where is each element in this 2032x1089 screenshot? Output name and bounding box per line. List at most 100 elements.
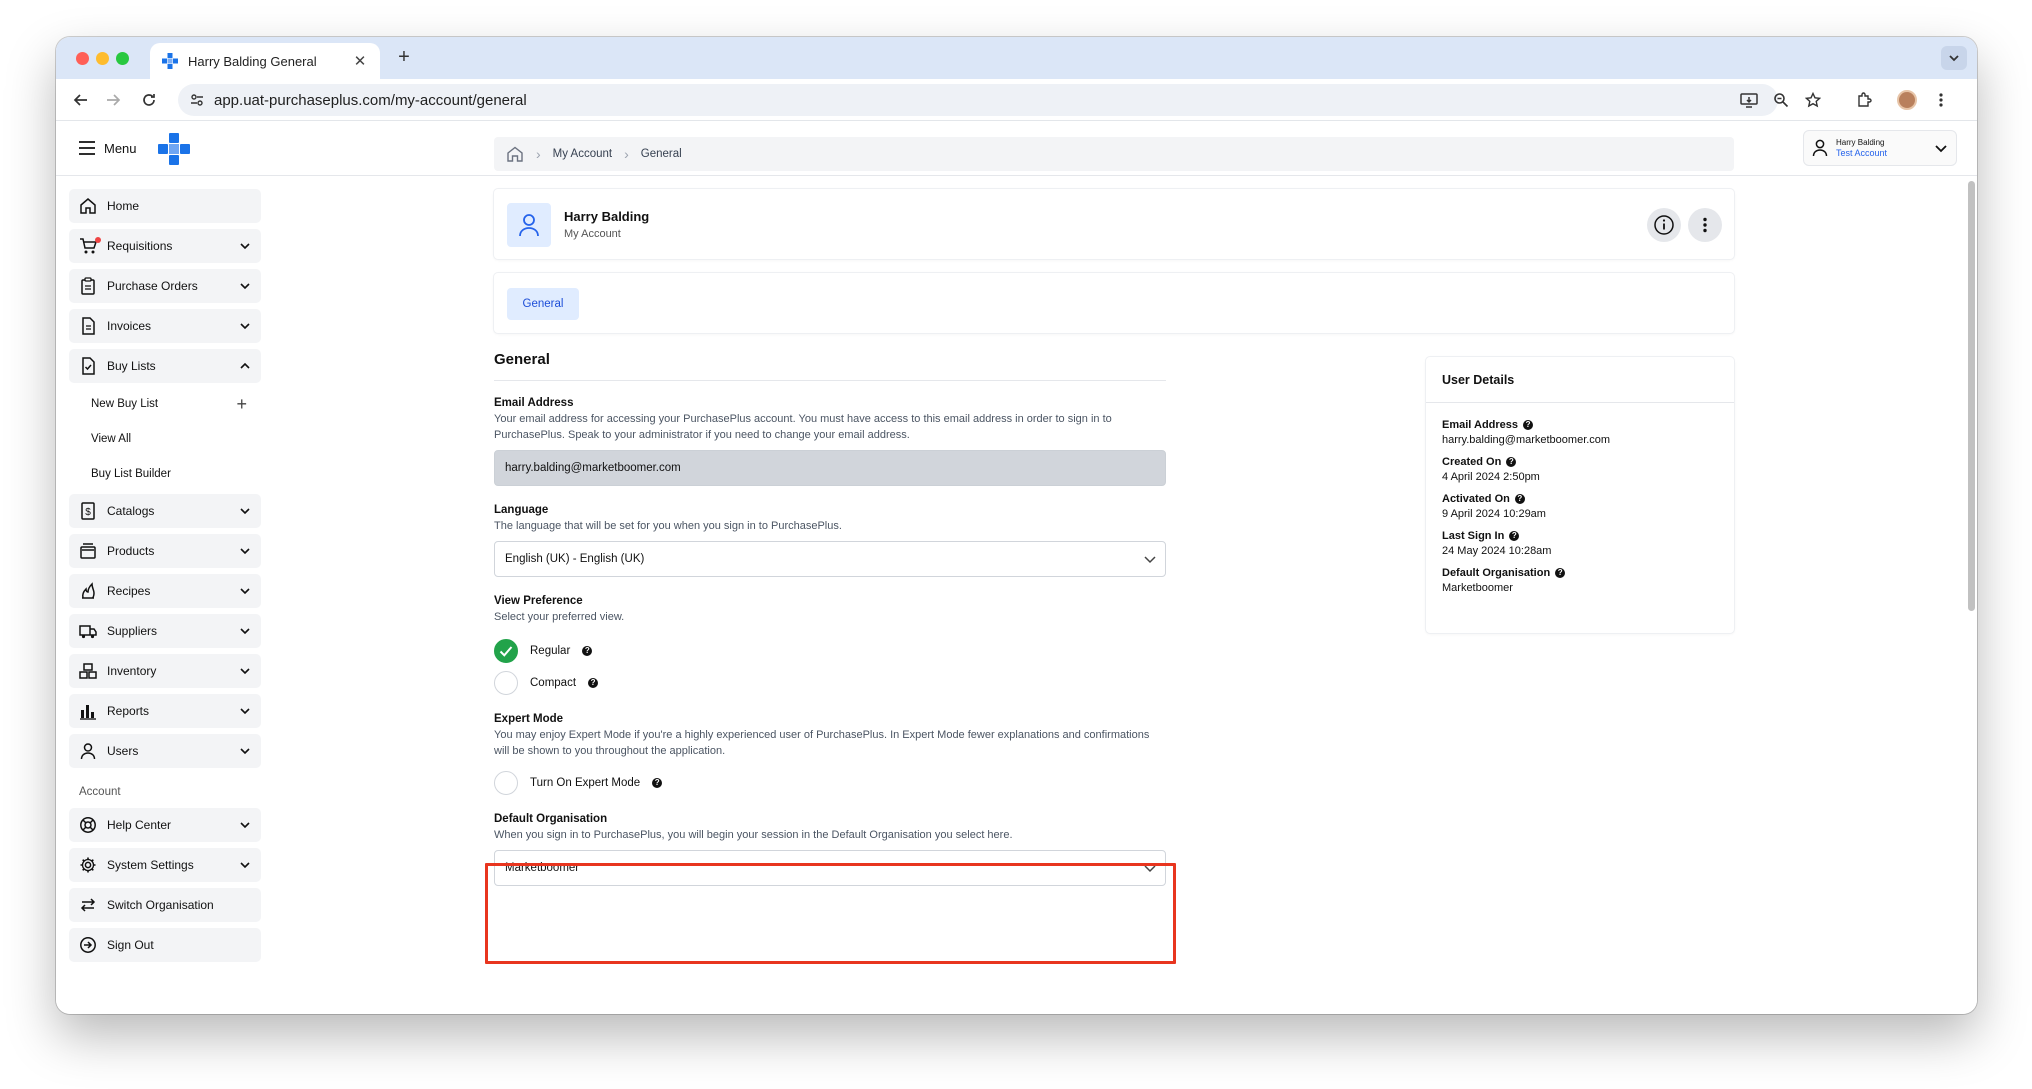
sidebar-item-home[interactable]: Home [69,189,261,223]
expert-mode-toggle-row[interactable]: Turn On Expert Mode ? [494,771,1166,795]
home-icon[interactable] [506,146,524,162]
site-settings-icon[interactable] [190,93,204,107]
radio-regular[interactable] [494,639,518,663]
profile-avatar[interactable] [1896,89,1918,111]
detail-label: Activated On [1442,493,1510,505]
help-icon[interactable]: ? [1514,494,1525,504]
radio-compact[interactable] [494,671,518,695]
help-icon[interactable]: ? [652,778,663,788]
chevron-right-icon: › [624,146,629,162]
sidebar-subitem-label: New Buy List [91,398,159,410]
view-preference-description: Select your preferred view. [494,611,625,623]
language-label: Language [494,504,549,516]
sidebar-item-inventory[interactable]: Inventory [69,654,261,688]
sidebar-item-users[interactable]: Users [69,734,261,768]
chevron-down-icon [240,822,250,829]
reload-icon[interactable] [138,89,160,111]
maximize-window-button[interactable] [116,52,129,65]
user-menu-button[interactable]: Harry Balding Test Account [1803,130,1957,166]
browser-menu-icon[interactable] [1930,89,1952,111]
radio-compact-row[interactable]: Compact ? [494,671,1166,695]
help-icon[interactable]: ? [1555,568,1566,578]
tab-search-button[interactable] [1941,46,1967,70]
sidebar-item-buy-lists[interactable]: Buy Lists [69,349,261,383]
user-details-card: User Details Email Address? harry.baldin… [1426,357,1734,633]
section-title: General [494,351,1166,381]
close-window-button[interactable] [76,52,89,65]
tab-title: Harry Balding General [188,53,317,69]
purchaseplus-logo[interactable] [158,133,190,165]
sidebar-item-sign-out[interactable]: Sign Out [69,928,261,962]
chevron-down-icon [240,668,250,675]
tab-general[interactable]: General [507,288,579,320]
sidebar-item-system-settings[interactable]: System Settings [69,848,261,882]
address-bar[interactable]: app.uat-purchaseplus.com/my-account/gene… [178,84,1778,116]
document-icon [79,317,97,335]
sidebar-item-recipes[interactable]: Recipes [69,574,261,608]
browser-tab[interactable]: Harry Balding General ✕ [150,43,380,79]
expert-mode-option-label: Turn On Expert Mode [530,777,641,789]
page-scrollbar[interactable] [1968,181,1975,611]
sidebar-item-help-center[interactable]: Help Center [69,808,261,842]
sidebar-section-account: Account [79,786,121,798]
sidebar-subitem-buy-list-builder[interactable]: Buy List Builder [69,459,261,489]
zoom-icon[interactable] [1770,89,1792,111]
detail-row: Last Sign In? 24 May 2024 10:28am [1442,530,1718,557]
detail-value: harry.balding@marketboomer.com [1442,434,1611,446]
install-app-icon[interactable] [1738,89,1760,111]
minimize-window-button[interactable] [96,52,109,65]
extensions-icon[interactable] [1853,89,1875,111]
more-options-button[interactable] [1688,208,1722,242]
chevron-down-icon [240,243,250,250]
back-icon[interactable] [70,89,92,111]
expert-mode-description: You may enjoy Expert Mode if you're a hi… [494,729,1150,757]
sidebar: Home Requisitions Purchase Orders Invoic… [69,189,261,968]
sidebar-item-suppliers[interactable]: Suppliers [69,614,261,648]
help-icon[interactable]: ? [1523,420,1534,430]
sidebar-item-purchase-orders[interactable]: Purchase Orders [69,269,261,303]
sidebar-subitem-view-all[interactable]: View All [69,424,261,454]
language-select[interactable]: English (UK) - English (UK) [494,541,1166,577]
breadcrumb: › My Account › General [494,137,1734,171]
sidebar-item-label: Requisitions [107,239,173,253]
new-tab-button[interactable]: + [392,46,416,69]
info-button[interactable] [1647,208,1681,242]
sidebar-item-reports[interactable]: Reports [69,694,261,728]
sidebar-item-label: Reports [107,704,150,718]
expert-mode-checkbox[interactable] [494,771,518,795]
user-account: Test Account [1836,147,1888,158]
sidebar-item-invoices[interactable]: Invoices [69,309,261,343]
kebab-menu-icon [1703,217,1707,233]
sidebar-item-products[interactable]: Products [69,534,261,568]
browser-toolbar: app.uat-purchaseplus.com/my-account/gene… [56,79,1977,121]
view-preference-label: View Preference [494,595,583,607]
help-icon[interactable]: ? [582,646,593,656]
profile-subtitle: My Account [564,228,621,240]
detail-value: 4 April 2024 2:50pm [1442,471,1540,483]
close-tab-icon[interactable]: ✕ [352,52,368,70]
sidebar-subitem-new-buy-list[interactable]: New Buy List + [69,389,261,419]
notification-dot [95,237,101,243]
forward-icon[interactable] [102,89,124,111]
highlight-annotation-box [485,863,1176,964]
sidebar-item-catalogs[interactable]: $ Catalogs [69,494,261,528]
breadcrumb-my-account[interactable]: My Account [553,148,612,160]
radio-regular-row[interactable]: Regular ? [494,639,1166,663]
plus-icon[interactable]: + [236,395,247,413]
help-icon[interactable]: ? [1506,457,1517,467]
bookmark-star-icon[interactable] [1802,89,1824,111]
sidebar-item-requisitions[interactable]: Requisitions [69,229,261,263]
bar-chart-icon [79,702,97,720]
flame-icon [79,582,97,600]
sign-out-icon [79,936,97,954]
check-icon [499,646,513,657]
sidebar-item-label: Switch Organisation [107,898,214,912]
menu-button[interactable]: Menu [70,132,146,164]
help-icon[interactable]: ? [1509,531,1520,541]
tabs-card: General [494,273,1734,333]
sidebar-item-switch-organisation[interactable]: Switch Organisation [69,888,261,922]
help-icon[interactable]: ? [588,678,599,688]
chevron-up-icon [240,362,250,369]
info-icon [1654,215,1674,235]
chevron-down-icon [240,708,250,715]
